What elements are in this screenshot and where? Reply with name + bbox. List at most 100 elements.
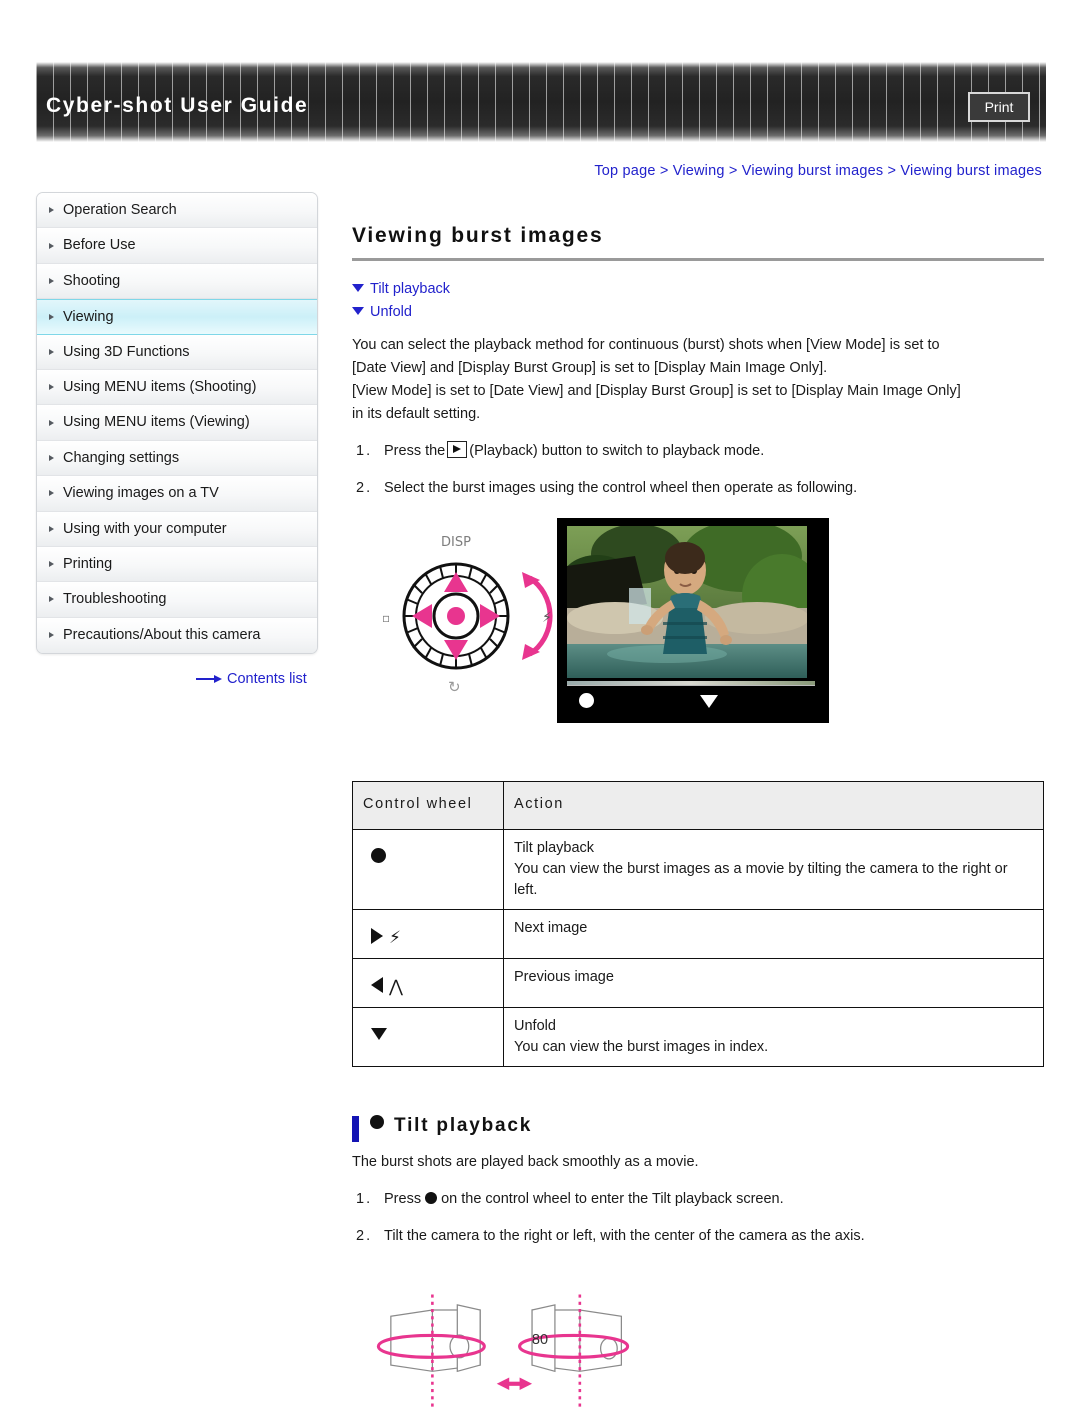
- caret-down-icon: [352, 307, 364, 315]
- contents-list-link[interactable]: Contents list: [196, 671, 307, 687]
- title-divider: [352, 258, 1044, 261]
- bullet-icon: [49, 525, 54, 532]
- sidebar-item-menu-items-viewing[interactable]: Using MENU items (Viewing): [37, 405, 317, 441]
- step-number: 2.: [356, 480, 373, 496]
- sidebar-item-shooting[interactable]: Shooting: [37, 263, 317, 300]
- intro-line-1: You can select the playback method for c…: [352, 337, 940, 353]
- jump-link-unfold[interactable]: Unfold: [352, 304, 1044, 320]
- sidebar-item-viewing[interactable]: Viewing: [37, 299, 317, 335]
- sidebar-item-operation-search[interactable]: Operation Search: [37, 193, 317, 229]
- table-cell-action: Unfold You can view the burst images in …: [503, 1007, 1044, 1067]
- print-button[interactable]: Print: [968, 92, 1030, 122]
- sidebar-item-changing-settings[interactable]: Changing settings: [37, 440, 317, 477]
- table-row: Tilt playback You can view the burst ima…: [352, 829, 1044, 910]
- jump-link-tilt-playback[interactable]: Tilt playback: [352, 281, 1044, 297]
- page-title: Viewing burst images: [352, 224, 604, 247]
- center-button-icon: [370, 1115, 384, 1129]
- camera-lcd-screen: [557, 518, 829, 723]
- control-wheel-diagram: DISP ⚡ ▫ ↻: [382, 535, 553, 696]
- sidebar-item-label: Using 3D Functions: [63, 343, 190, 360]
- sidebar-item-label: Viewing images on a TV: [63, 485, 219, 502]
- burst-icon: ▫: [382, 611, 390, 625]
- sidebar-item-label: Shooting: [63, 272, 121, 289]
- caret-down-icon: [352, 284, 364, 292]
- sidebar-item-viewing-images-on-tv[interactable]: Viewing images on a TV: [37, 476, 317, 512]
- sidebar-item-precautions[interactable]: Precautions/About this camera: [37, 617, 317, 654]
- contents-list-label: Contents list: [227, 671, 307, 687]
- burst-mode-icon: ⋀: [389, 977, 403, 997]
- step-number: 2.: [356, 1228, 373, 1244]
- bullet-icon: [49, 490, 54, 497]
- step-text: Select the burst images using the contro…: [384, 480, 858, 496]
- flash-icon: ⚡: [389, 928, 401, 948]
- intro-line-3: [View Mode] is set to [Date View] and [D…: [352, 383, 961, 399]
- table-row: Unfold You can view the burst images in …: [352, 1007, 1044, 1067]
- sidebar-item-troubleshooting[interactable]: Troubleshooting: [37, 582, 317, 618]
- bullet-icon: [49, 277, 54, 284]
- app-title: Cyber-shot User Guide: [46, 94, 309, 117]
- bullet-icon: [49, 454, 54, 461]
- down-button-icon: [371, 1028, 387, 1040]
- control-wheel-action-table: Control wheel Action Tilt playback You c…: [352, 781, 1044, 1067]
- step-number: 1.: [356, 1191, 373, 1207]
- table-cell-symbol: ⋀: [352, 958, 504, 1008]
- burst-filmstrip: [567, 681, 815, 686]
- jump-link-label: Tilt playback: [370, 281, 451, 297]
- lcd-down-button-indicator: [700, 695, 718, 708]
- step-number: 1.: [356, 443, 373, 459]
- table-cell-action: Previous image: [503, 958, 1044, 1008]
- lcd-center-button-indicator: [579, 693, 594, 708]
- bullet-icon: [49, 242, 54, 249]
- bullet-icon: [49, 313, 54, 320]
- bullet-icon: [49, 632, 54, 639]
- intro-line-4: in its default setting.: [352, 406, 481, 422]
- sidebar-item-label: Using MENU items (Viewing): [63, 414, 250, 431]
- table-cell-action: Next image: [503, 909, 1044, 959]
- action-line-1: You can view the burst images in index.: [514, 1039, 769, 1055]
- table-row: ⚡ Next image: [352, 909, 1044, 959]
- disp-label: DISP: [441, 535, 471, 550]
- sidebar-item-label: Using MENU items (Shooting): [63, 378, 257, 395]
- sidebar-item-label: Precautions/About this camera: [63, 626, 261, 643]
- tilt-intro: The burst shots are played back smoothly…: [352, 1154, 699, 1170]
- sidebar-item-label: Printing: [63, 555, 113, 572]
- step-text-before: Press the: [384, 443, 446, 459]
- table-cell-symbol: [352, 1007, 504, 1067]
- center-button-icon: [371, 848, 386, 863]
- tilt-playback-section: Tilt playback The burst shots are played…: [352, 1115, 1044, 1422]
- bullet-icon: [49, 596, 54, 603]
- sidebar-item-menu-items-shooting[interactable]: Using MENU items (Shooting): [37, 369, 317, 406]
- sidebar-item-label: Operation Search: [63, 202, 177, 218]
- action-line-1: You can view the burst images as a movie…: [514, 861, 1008, 877]
- tilt-step-1: 1. Press on the control wheel to enter the…: [352, 1188, 1044, 1211]
- figure-control-wheel-and-screen: DISP ⚡ ▫ ↻: [352, 518, 1044, 733]
- breadcrumb[interactable]: Top page > Viewing > Viewing burst image…: [594, 163, 1042, 179]
- timer-icon: ↻: [448, 678, 461, 696]
- right-button-icon: [371, 928, 383, 944]
- action-title: Next image: [514, 920, 588, 936]
- sidebar-item-label: Before Use: [63, 237, 136, 254]
- section-heading-label: Tilt playback: [394, 1115, 533, 1136]
- flash-icon: ⚡: [542, 610, 552, 626]
- bullet-icon: [49, 419, 54, 426]
- table-row: ⋀ Previous image: [352, 958, 1044, 1008]
- action-title: Tilt playback: [514, 840, 595, 856]
- sidebar-item-printing[interactable]: Printing: [37, 546, 317, 583]
- sidebar-item-using-3d-functions[interactable]: Using 3D Functions: [37, 334, 317, 370]
- intro-paragraph: You can select the playback method for c…: [352, 334, 1044, 426]
- step-text: Tilt the camera to the right or left, wi…: [384, 1228, 865, 1244]
- section-heading-tilt-playback: Tilt playback: [352, 1115, 1044, 1142]
- step-text-after: on the control wheel to enter the Tilt p…: [441, 1191, 784, 1207]
- main-content: Viewing burst images Tilt playback Unfol…: [352, 192, 1044, 1422]
- step-text-after: (Playback) button to switch to playback …: [469, 443, 765, 459]
- step-1: 1. Press the (Playback) button to switch t…: [352, 440, 1044, 463]
- sidebar-item-label: Viewing: [63, 309, 114, 326]
- arrow-right-icon: [196, 674, 222, 684]
- sidebar-item-label: Changing settings: [63, 449, 180, 466]
- bullet-icon: [49, 348, 54, 355]
- page-number: 80: [531, 1332, 549, 1348]
- intro-line-2: [Date View] and [Display Burst Group] is…: [352, 360, 828, 376]
- sidebar-item-using-with-computer[interactable]: Using with your computer: [37, 511, 317, 547]
- sidebar-item-before-use[interactable]: Before Use: [37, 228, 317, 264]
- table-cell-symbol: [352, 829, 504, 910]
